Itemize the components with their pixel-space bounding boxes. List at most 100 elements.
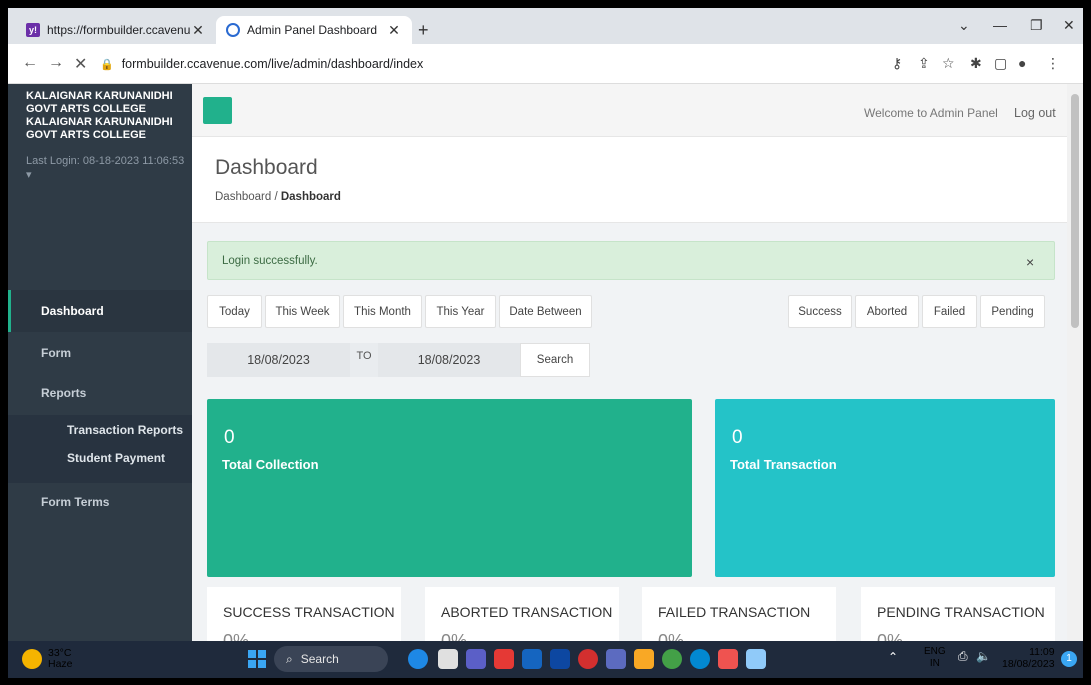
language-indicator[interactable]: ENG IN [924,646,946,670]
stat-value: 0% [658,631,685,641]
folder-icon[interactable] [634,649,654,669]
page-title: Dashboard [215,156,318,179]
url-field[interactable]: 🔒 formbuilder.ccavenue.com/live/admin/da… [100,52,860,76]
notification-badge[interactable]: 1 [1061,651,1077,667]
taskbar [8,641,1083,678]
sidebar-item-label: Reports [41,386,87,400]
filter-aborted-button[interactable]: Aborted [855,295,919,328]
filter-this-year-button[interactable]: This Year [425,295,496,328]
sidebar-item-reports[interactable]: Reports [8,372,192,414]
task-view-icon[interactable] [438,649,458,669]
success-alert: Login successfully. [207,241,1055,280]
volume-icon[interactable]: 🔈 [976,649,991,663]
key-icon[interactable]: ⚷ [892,55,902,72]
stat-title: ABORTED TRANSACTION [441,604,613,620]
weather-condition: Haze [48,658,73,670]
date-to-input[interactable]: 18/08/2023 [378,343,520,377]
total-transaction-card: 0 Total Transaction [715,399,1055,577]
minimize-icon[interactable]: — [993,17,1007,33]
date-from-input[interactable]: 18/08/2023 [207,343,350,377]
menu-icon[interactable]: ⋮ [1046,55,1060,72]
sidebar-item-label: Dashboard [41,304,104,318]
yahoo-favicon-icon: y! [26,23,40,37]
new-tab-button[interactable]: + [418,20,429,41]
taskbar-search[interactable]: ⌕ Search [274,646,388,672]
opera-icon[interactable] [578,649,598,669]
stat-value: 0% [877,631,904,641]
filter-failed-button[interactable]: Failed [922,295,977,328]
address-bar: ← → ✕ 🔒 formbuilder.ccavenue.com/live/ad… [8,44,1083,84]
app-red-icon[interactable] [494,649,514,669]
tab-formbuilder[interactable]: y! https://formbuilder.ccavenue.com ✕ [16,16,216,44]
stat-value: 0% [441,631,468,641]
store-icon[interactable] [522,649,542,669]
lang-code: ENG [924,646,946,657]
sidepanel-icon[interactable]: ▢ [994,55,1007,72]
search-icon: ⌕ [286,651,293,666]
profile-icon[interactable]: ● [1018,55,1026,71]
sidebar-subitem-transaction-reports[interactable]: Transaction Reports [67,423,183,437]
welcome-text: Welcome to Admin Panel [864,106,998,120]
stat-title: FAILED TRANSACTION [658,604,811,620]
app-icon[interactable] [718,649,738,669]
back-icon[interactable]: ← [22,54,38,72]
breadcrumb-current: Dashboard [280,191,341,203]
taskbar-search-label: Search [300,652,339,666]
close-icon[interactable]: ✕ [386,22,402,39]
browser-titlebar: y! https://formbuilder.ccavenue.com ✕ Ad… [8,8,1083,44]
tab-admin-panel[interactable]: Admin Panel Dashboard ✕ [216,16,412,44]
last-login-dropdown[interactable]: Last Login: 08-18-2023 11:06:53 ▾ [26,154,186,182]
teams-icon[interactable] [466,649,486,669]
filter-date-between-button[interactable]: Date Between [499,295,592,328]
sidebar-item-label: Form Terms [41,495,110,509]
filter-today-button[interactable]: Today [207,295,262,328]
forward-icon[interactable]: → [48,54,64,72]
pending-transaction-stat: PENDING TRANSACTION 0% [861,587,1055,641]
filter-this-month-button[interactable]: This Month [343,295,422,328]
windows-start-icon[interactable] [248,650,266,668]
total-collection-value: 0 [224,427,235,448]
to-label: TO [350,343,378,377]
sidebar-item-label: Form [41,346,71,360]
sidebar-subitem-student-payment[interactable]: Student Payment [67,451,165,465]
close-icon[interactable]: × [1026,254,1034,270]
filter-pending-button[interactable]: Pending [980,295,1045,328]
share-icon[interactable]: ⇪ [918,55,930,72]
extensions-icon[interactable]: ✱ [970,55,982,72]
sidebar-item-form-terms[interactable]: Form Terms [8,481,192,523]
site-favicon-icon [226,23,240,37]
menu-toggle-button[interactable] [203,97,232,124]
filter-success-button[interactable]: Success [788,295,852,328]
weather-widget[interactable]: 33°C Haze [22,648,73,670]
breadcrumb-root[interactable]: Dashboard / [215,191,278,203]
mail-icon[interactable] [550,649,570,669]
network-icon[interactable]: ⎙ [958,649,968,664]
clock-date: 18/08/2023 [1002,658,1055,670]
clock-time: 11:09 [1029,646,1055,658]
scrollbar-thumb[interactable] [1071,94,1079,328]
taskbar-clock[interactable]: 11:09 18/08/2023 [1002,646,1055,670]
star-icon[interactable]: ☆ [942,55,955,72]
chevron-down-icon[interactable]: ⌄ [958,17,970,34]
sun-icon [22,649,42,669]
sidebar-item-dashboard[interactable]: Dashboard [8,290,192,332]
logout-link[interactable]: Log out [1014,106,1056,120]
window-close-icon[interactable]: ✕ [1063,17,1075,34]
tools-icon[interactable] [606,649,626,669]
edge-icon[interactable] [690,649,710,669]
screen: y! https://formbuilder.ccavenue.com ✕ Ad… [8,8,1083,678]
org-name: KALAIGNAR KARUNANIDHI GOVT ARTS COLLEGE … [26,90,173,141]
search-button[interactable]: Search [520,343,590,377]
lock-icon: 🔒 [100,58,114,71]
sidebar-item-form[interactable]: Form [8,332,192,374]
chevron-up-icon[interactable]: ⌃ [888,650,898,664]
filter-this-week-button[interactable]: This Week [265,295,340,328]
close-icon[interactable]: ✕ [190,22,206,39]
notepad-icon[interactable] [746,649,766,669]
stop-icon[interactable]: ✕ [74,54,87,74]
chrome-icon[interactable] [662,649,682,669]
stat-value: 0% [223,631,250,641]
restore-icon[interactable]: ❐ [1030,17,1043,34]
bing-app-icon[interactable] [408,649,428,669]
lang-region: IN [929,658,940,669]
